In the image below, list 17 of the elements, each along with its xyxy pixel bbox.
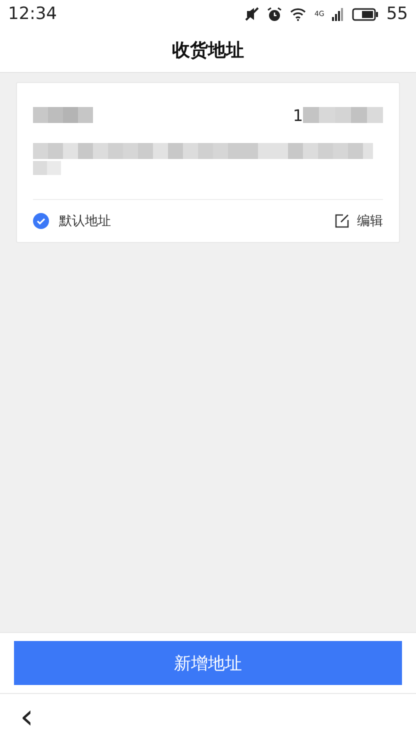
page-title: 收货地址 [172,39,244,62]
battery-level: 55 [386,4,408,24]
back-button[interactable]: ‹ [20,700,34,734]
address-card[interactable]: 1 默认地址 编辑 [16,82,400,243]
default-label: 默认地址 [59,213,111,230]
signal-icon [332,8,344,20]
phone-number: 1 [292,106,303,124]
edit-icon [335,214,349,228]
mute-icon [245,7,260,21]
battery-icon [352,8,378,20]
add-address-button[interactable]: 新增地址 [14,641,402,685]
status-time: 12:34 [8,4,57,24]
redacted-name-drawing [33,107,93,123]
edit-button[interactable]: 编辑 [335,212,383,230]
checkbox[interactable] [33,213,49,229]
alarm-icon [267,6,282,22]
wifi-icon [290,8,306,20]
